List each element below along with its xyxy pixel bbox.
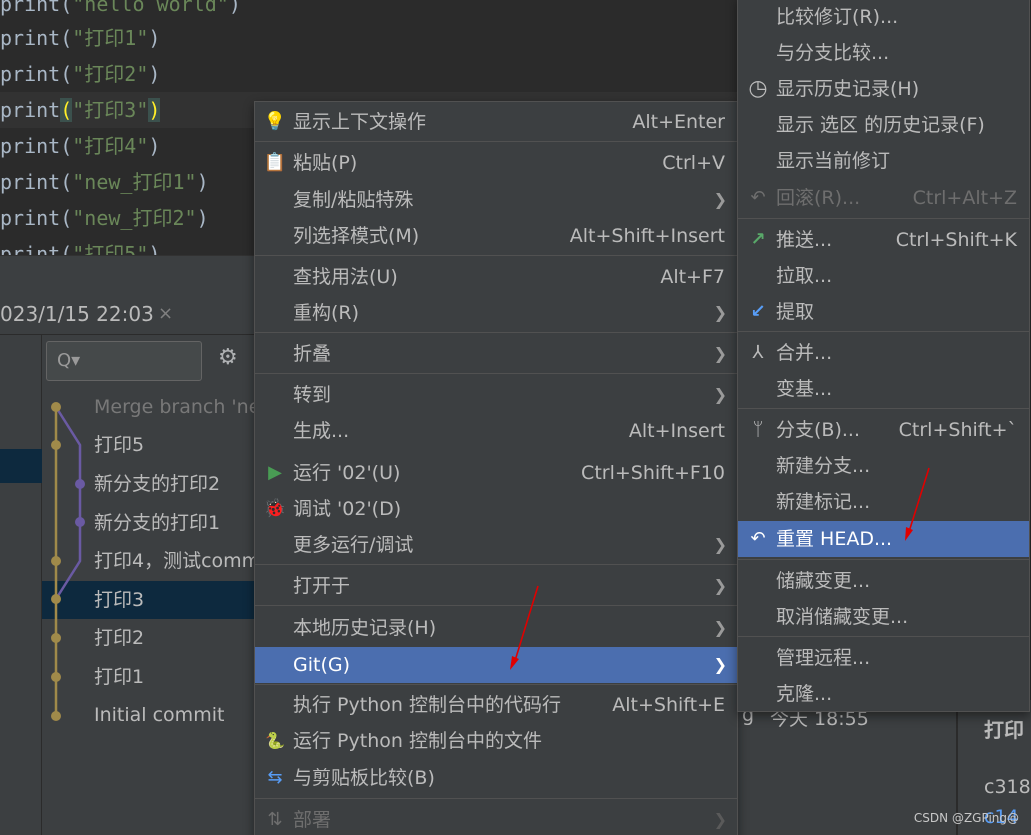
debug-icon: 🐞 [263, 498, 287, 519]
reset-icon: ↶ [750, 528, 766, 549]
clock-icon: ◷ [748, 76, 768, 101]
separator [255, 605, 737, 606]
code-line[interactable]: print("打印5") [0, 236, 160, 255]
separator [255, 564, 737, 565]
menu-item-open-in[interactable]: 打开于 ❯ [255, 568, 737, 604]
menu-item-show-history[interactable]: ◷ 显示历史记录(H) [738, 71, 1029, 107]
git-submenu: 比较修订(R)... 与分支比较... ◷ 显示历史记录(H) 显示 选区 的历… [737, 0, 1030, 712]
menu-item-refactor[interactable]: 重构(R) ❯ [255, 295, 737, 331]
menu-item-goto[interactable]: 转到 ❯ [255, 377, 737, 413]
watermark: CSDN @ZGPing@ [913, 811, 1019, 825]
editor-context-menu: 💡 显示上下文操作 Alt+Enter 📋 粘贴(P) Ctrl+V 复制/粘贴… [254, 101, 738, 835]
separator [738, 559, 1029, 560]
menu-item-manage-remotes[interactable]: 管理远程... [738, 640, 1029, 676]
separator [738, 218, 1029, 219]
selected-branch-row[interactable] [0, 449, 42, 483]
menu-item-folding[interactable]: 折叠 ❯ [255, 336, 737, 372]
separator [738, 331, 1029, 332]
menu-item-python-console-line[interactable]: 执行 Python 控制台中的代码行 Alt+Shift+E [255, 687, 737, 723]
fetch-icon: ↙ [750, 301, 766, 322]
separator [255, 798, 737, 799]
chevron-right-icon: ❯ [713, 385, 727, 404]
separator [255, 684, 737, 685]
menu-item-fetch[interactable]: ↙ 提取 [738, 294, 1029, 330]
separator [738, 636, 1029, 637]
run-icon: ▶ [268, 462, 282, 483]
chevron-right-icon: ❯ [713, 344, 727, 363]
menu-item-clone[interactable]: 克隆... [738, 676, 1029, 712]
branches-pane [0, 335, 42, 835]
menu-item-selection-history[interactable]: 显示 选区 的历史记录(F) [738, 107, 1029, 143]
code-line[interactable]: print("new_打印1") [0, 164, 209, 200]
menu-item-compare-branch[interactable]: 与分支比较... [738, 35, 1029, 71]
code-line[interactable]: print("打印1") [0, 20, 160, 56]
branch-icon: ᛘ [752, 419, 764, 440]
menu-item-rollback[interactable]: ↶ 回滚(R)... Ctrl+Alt+Z [738, 180, 1029, 216]
commit-graph [51, 402, 85, 721]
menu-item-stash[interactable]: 储藏变更... [738, 563, 1029, 599]
menu-item-python-console-file[interactable]: 🐍 运行 Python 控制台中的文件 [255, 723, 737, 759]
menu-item-compare-clipboard[interactable]: ⇆ 与剪贴板比较(B) [255, 760, 737, 796]
chevron-right-icon: ❯ [713, 303, 727, 322]
chevron-right-icon: ❯ [713, 576, 727, 595]
search-input[interactable]: Q▾ [46, 341, 202, 381]
deploy-icon: ⇅ [267, 809, 283, 830]
menu-item-show-context-actions[interactable]: 💡 显示上下文操作 Alt+Enter [255, 104, 737, 140]
python-icon: 🐍 [265, 731, 285, 750]
menu-item-new-tag[interactable]: 新建标记... [738, 484, 1029, 520]
code-line[interactable]: print("new_打印2") [0, 200, 209, 236]
close-icon[interactable]: × [158, 293, 173, 335]
bulb-icon: 💡 [263, 111, 287, 132]
menu-item-rebase[interactable]: 变基... [738, 371, 1029, 407]
push-icon: ↗ [750, 229, 766, 250]
menu-item-reset-head[interactable]: ↶ 重置 HEAD... [738, 521, 1029, 557]
code-line[interactable]: print("hello world") [0, 0, 241, 22]
chevron-right-icon: ❯ [713, 535, 727, 554]
menu-item-generate[interactable]: 生成... Alt+Insert [255, 413, 737, 449]
merge-icon: ⅄ [752, 342, 764, 363]
code-line[interactable]: print("打印4") [0, 128, 160, 164]
clipboard-icon: 📋 [263, 152, 287, 173]
separator [255, 373, 737, 374]
menu-item-more-run-debug[interactable]: 更多运行/调试 ❯ [255, 527, 737, 563]
rollback-icon: ↶ [750, 187, 766, 208]
menu-item-deploy[interactable]: ⇅ 部署 ❯ [255, 802, 737, 835]
separator [255, 141, 737, 142]
menu-item-debug[interactable]: 🐞 调试 '02'(D) [255, 491, 737, 527]
chevron-right-icon: ❯ [713, 618, 727, 637]
menu-item-column-selection[interactable]: 列选择模式(M) Alt+Shift+Insert [255, 218, 737, 254]
menu-item-new-branch[interactable]: 新建分支... [738, 448, 1029, 484]
menu-item-paste[interactable]: 📋 粘贴(P) Ctrl+V [255, 145, 737, 181]
menu-item-branches[interactable]: ᛘ 分支(B)... Ctrl+Shift+` [738, 412, 1029, 448]
menu-item-pull[interactable]: 拉取... [738, 258, 1029, 294]
menu-item-unstash[interactable]: 取消储藏变更... [738, 599, 1029, 635]
menu-item-merge[interactable]: ⅄ 合并... [738, 335, 1029, 371]
separator [738, 408, 1029, 409]
menu-item-local-history[interactable]: 本地历史记录(H) ❯ [255, 610, 737, 646]
menu-item-run[interactable]: ▶ 运行 '02'(U) Ctrl+Shift+F10 [255, 455, 737, 491]
menu-item-compare-revision[interactable]: 比较修订(R)... [738, 0, 1029, 35]
separator [255, 255, 737, 256]
chevron-right-icon: ❯ [713, 810, 727, 829]
code-line[interactable]: print("打印2") [0, 56, 160, 92]
chevron-right-icon: ❯ [713, 190, 727, 209]
compare-icon: ⇆ [267, 767, 283, 788]
menu-item-copy-paste-special[interactable]: 复制/粘贴特殊 ❯ [255, 182, 737, 218]
menu-item-git[interactable]: Git(G) ❯ [255, 647, 737, 683]
gear-icon[interactable]: ⚙ [218, 345, 238, 370]
log-tab-title[interactable]: 023/1/15 22:03 [0, 293, 154, 335]
separator [255, 332, 737, 333]
menu-item-find-usages[interactable]: 查找用法(U) Alt+F7 [255, 259, 737, 295]
menu-item-show-current-revision[interactable]: 显示当前修订 [738, 143, 1029, 179]
chevron-right-icon: ❯ [713, 655, 727, 674]
menu-item-push[interactable]: ↗ 推送... Ctrl+Shift+K [738, 222, 1029, 258]
search-icon: Q▾ [57, 350, 81, 371]
